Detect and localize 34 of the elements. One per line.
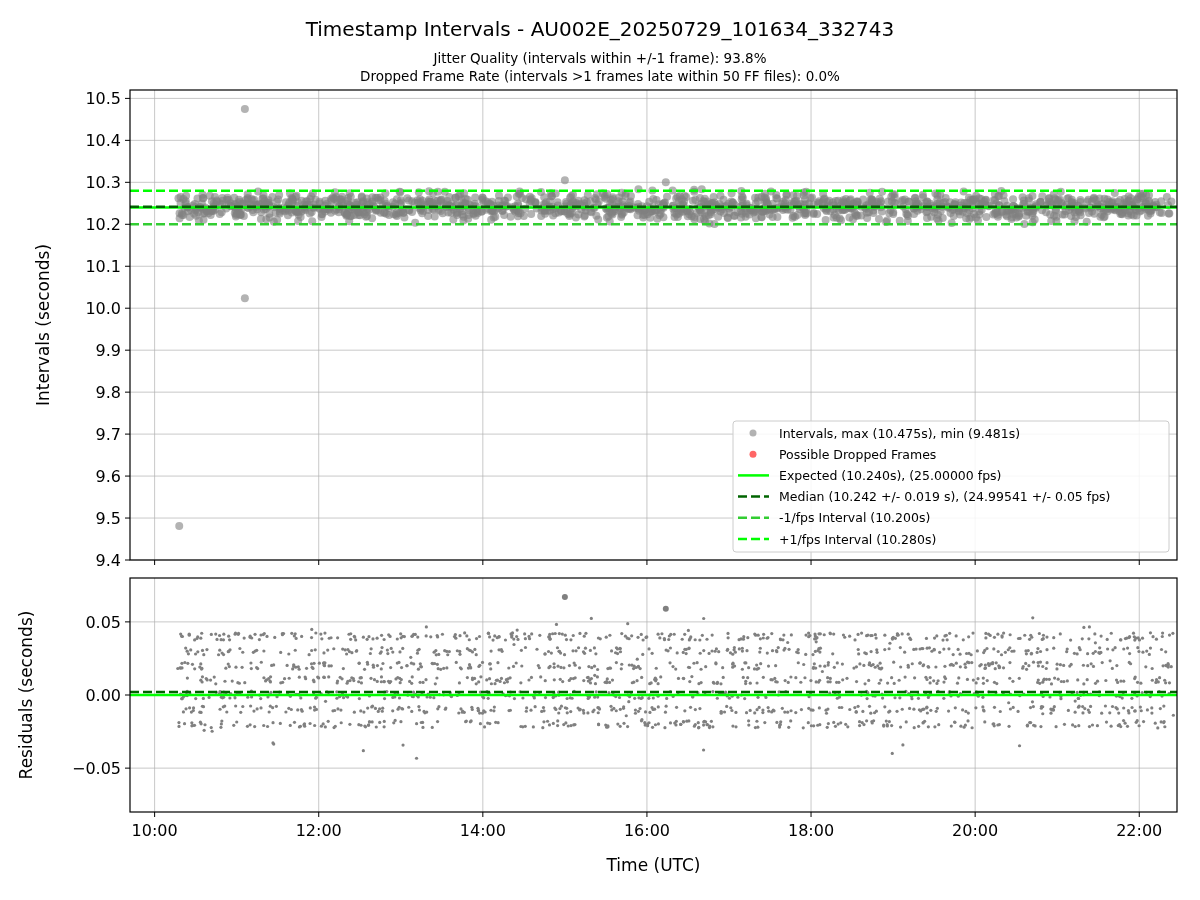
x-tick-label: 12:00 — [295, 821, 342, 840]
y-tick-label: 9.8 — [95, 383, 121, 403]
y-tick-label: 9.6 — [95, 467, 121, 487]
legend-label: Intervals, max (10.475s), min (9.481s) — [779, 425, 1021, 441]
x-tick-label: 22:00 — [1116, 821, 1163, 840]
x-axis-label: Time (UTC) — [606, 855, 701, 875]
y-tick-label: 0.00 — [85, 686, 121, 705]
x-tick-label: 20:00 — [952, 821, 999, 840]
legend-label: Median (10.242 +/- 0.019 s), (24.99541 +/- 0.05 fps) — [779, 489, 1111, 505]
y-tick-label: 10.0 — [85, 299, 121, 319]
x-tick-label: 10:00 — [131, 821, 178, 840]
y-tick-label: −0.05 — [71, 759, 121, 779]
figure-subtitle: Jitter Quality (intervals within +/-1 frame): 93.8% — [433, 50, 767, 66]
y-tick-label: 9.7 — [95, 425, 121, 445]
y-tick-label: 9.5 — [95, 509, 121, 529]
x-tick-label: 16:00 — [623, 821, 670, 840]
y-tick-label: 10.1 — [85, 257, 121, 277]
y-tick-label: 10.2 — [85, 215, 121, 235]
legend-label: +1/fps Interval (10.280s) — [779, 531, 937, 547]
legend-label: Possible Dropped Frames — [779, 446, 937, 462]
legend-label: Expected (10.240s), (25.00000 fps) — [779, 467, 1002, 483]
y-tick-label: 10.5 — [85, 89, 121, 109]
y-axis-label: Intervals (seconds) — [33, 243, 53, 407]
x-tick-label: 14:00 — [459, 821, 506, 840]
y-tick-label: 0.05 — [85, 612, 121, 632]
x-tick-label: 18:00 — [788, 821, 835, 840]
y-tick-label: 10.4 — [85, 131, 121, 151]
y-axis-label: Residuals (seconds) — [16, 610, 36, 780]
y-tick-label: 9.4 — [95, 551, 121, 570]
figure-title: Timestamp Intervals - AU002E_20250729_101634_332743 — [305, 17, 895, 41]
y-tick-label: 9.9 — [95, 341, 121, 361]
y-tick-label: 10.3 — [85, 173, 121, 193]
figure-subtitle: Dropped Frame Rate (intervals >1 frames late within 50 FF files): 0.0% — [360, 68, 840, 84]
legend-label: -1/fps Interval (10.200s) — [779, 510, 931, 526]
